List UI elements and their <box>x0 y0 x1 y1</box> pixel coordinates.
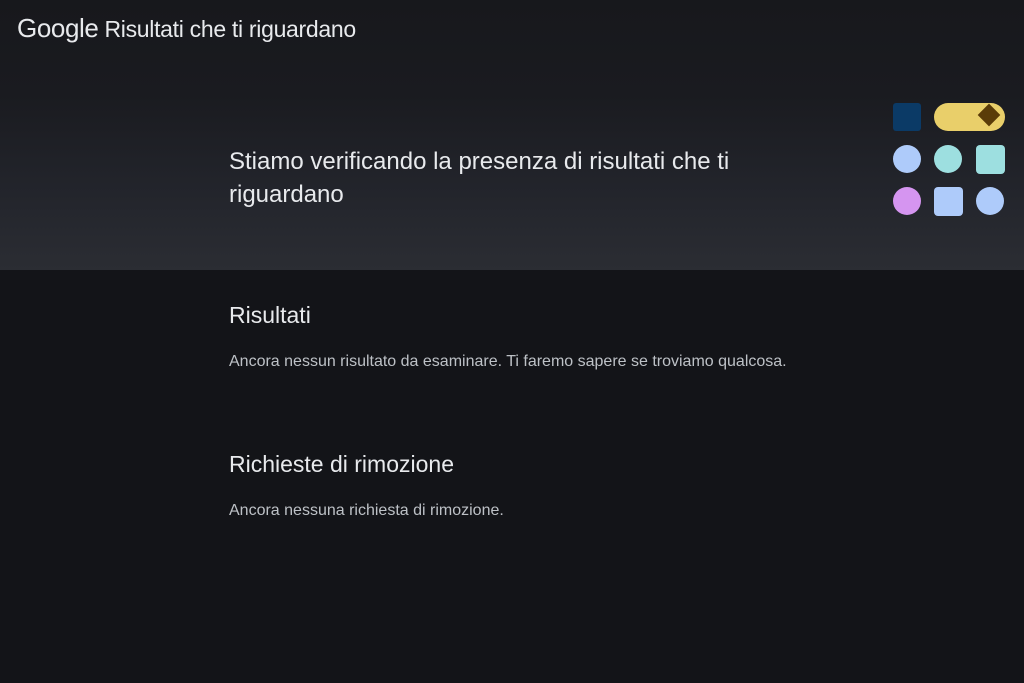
removal-requests-empty-message: Ancora nessuna richiesta di rimozione. <box>229 502 504 519</box>
page-title: Risultati che ti riguardano <box>104 16 356 42</box>
google-logo[interactable]: Google <box>17 13 99 44</box>
navy-square-shape <box>893 103 921 131</box>
light-blue-square-shape <box>934 187 963 216</box>
results-section-title: Risultati <box>229 302 311 328</box>
light-blue-circle-shape <box>893 145 921 173</box>
shapes-illustration <box>893 103 1005 216</box>
app-header: Google Risultati che ti riguardano <box>17 13 356 43</box>
teal-circle-shape <box>934 145 962 173</box>
light-blue-circle-shape-2 <box>976 187 1004 215</box>
hero-heading: Stiamo verificando la presenza di risult… <box>229 145 829 211</box>
teal-square-shape <box>976 145 1005 174</box>
page: Google Risultati che ti riguardano Stiam… <box>0 0 1024 683</box>
hero-heading-line2: riguardano <box>229 181 344 208</box>
hero-heading-line1: Stiamo verificando la presenza di risult… <box>229 148 730 175</box>
removal-requests-title: Richieste di rimozione <box>229 451 454 477</box>
results-empty-message: Ancora nessun risultato da esaminare. Ti… <box>229 353 787 370</box>
purple-circle-shape <box>893 187 921 215</box>
